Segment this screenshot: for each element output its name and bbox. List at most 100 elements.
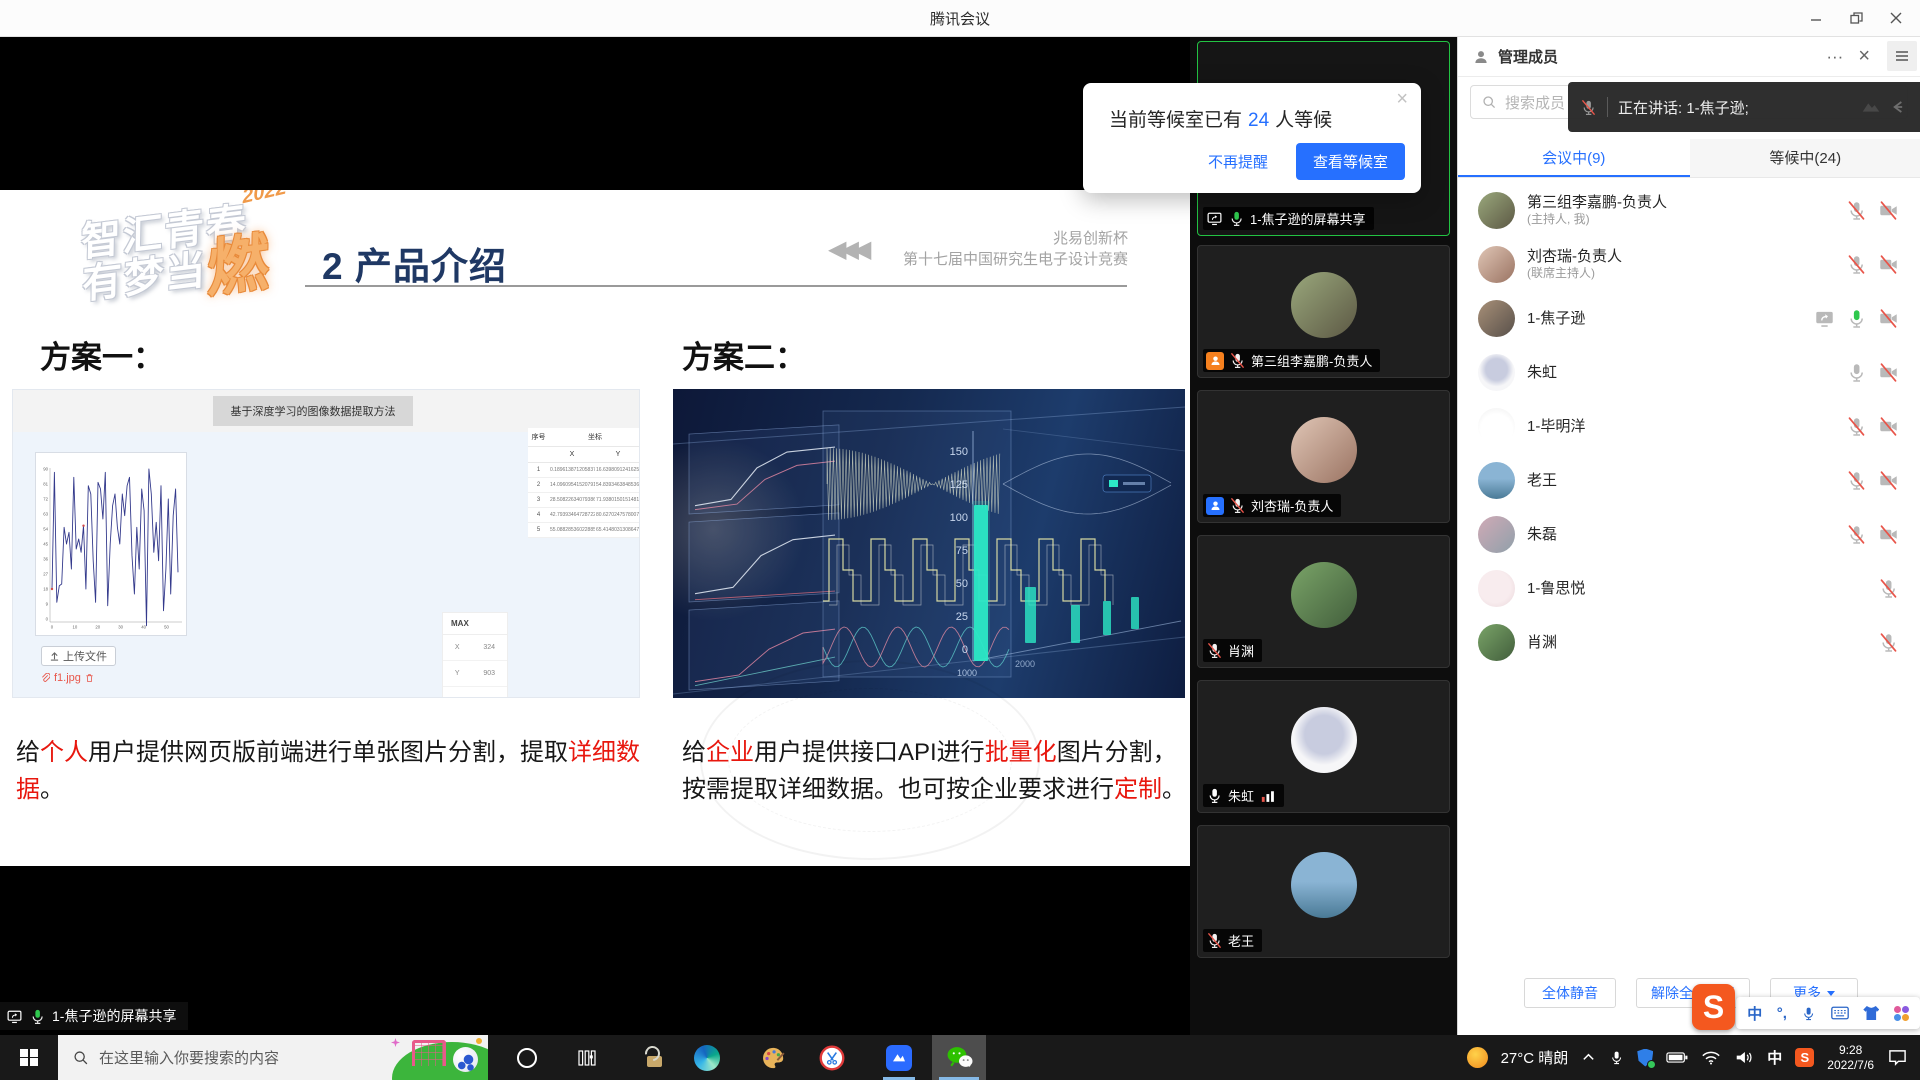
max-table-title: MAX	[443, 613, 507, 635]
member-row[interactable]: 老王	[1458, 453, 1920, 507]
skin-icon[interactable]	[1863, 1006, 1879, 1020]
wifi-icon[interactable]	[1701, 1050, 1721, 1065]
panel-close-icon[interactable]: ×	[1858, 45, 1870, 68]
upload-button[interactable]: 上传文件	[41, 646, 116, 666]
weather-text[interactable]: 27°C 晴朗	[1501, 1047, 1569, 1068]
popup-close-icon[interactable]: ×	[1396, 88, 1408, 111]
member-row[interactable]: 1-鲁思悦	[1458, 561, 1920, 615]
member-row[interactable]: 肖渊	[1458, 615, 1920, 669]
waiting-room-popup: × 当前等候室已有24人等候 不再提醒 查看等候室	[1083, 83, 1421, 193]
ime-toolbar: 中 °,	[1736, 997, 1920, 1029]
paint-app-icon[interactable]	[750, 1035, 796, 1080]
close-icon[interactable]	[1876, 0, 1916, 36]
battery-icon[interactable]	[1666, 1051, 1688, 1064]
mic-muted-icon[interactable]	[1846, 416, 1867, 437]
edge-browser-icon[interactable]	[684, 1035, 730, 1080]
video-thumbnail[interactable]: 刘杏瑞-负责人	[1197, 390, 1450, 523]
panel-more-icon[interactable]: ···	[1826, 47, 1843, 67]
mic-muted-icon[interactable]	[1878, 578, 1899, 599]
participant-label: 第三组李嘉鹏-负责人	[1203, 349, 1380, 372]
member-row[interactable]: 刘杏瑞-负责人(联席主持人)	[1458, 237, 1920, 291]
tray-mic-icon[interactable]	[1609, 1049, 1624, 1066]
member-row[interactable]: 1-毕明洋	[1458, 399, 1920, 453]
camera-off-icon[interactable]	[1878, 362, 1899, 383]
member-row[interactable]: 朱磊	[1458, 507, 1920, 561]
video-thumbnail[interactable]: 第三组李嘉鹏-负责人	[1197, 245, 1450, 378]
sogou-tray-icon[interactable]: S	[1795, 1048, 1814, 1067]
ime-mode-toggle[interactable]: 中	[1747, 1003, 1762, 1024]
plan1-heading: 方案一：	[40, 332, 164, 377]
svg-text:0: 0	[51, 625, 54, 630]
jump-to-speaker-icon[interactable]	[1888, 97, 1908, 117]
tab-waiting[interactable]: 等候中(24)	[1690, 139, 1920, 177]
video-thumbnail[interactable]: 肖渊	[1197, 535, 1450, 668]
table-cell: 14.096095415207914	[549, 478, 595, 493]
signal-icon	[1259, 787, 1276, 804]
wechat-app-icon[interactable]	[932, 1035, 986, 1080]
volume-icon[interactable]	[1734, 1049, 1754, 1066]
minimize-button[interactable]	[1796, 0, 1836, 36]
highlight-text: 定制	[1114, 776, 1162, 803]
member-row[interactable]: 1-焦子逊	[1458, 291, 1920, 345]
svg-text:81: 81	[43, 482, 48, 487]
mic-muted-icon[interactable]	[1878, 632, 1899, 653]
mic-muted-icon[interactable]	[1846, 524, 1867, 545]
svg-text:10: 10	[73, 625, 78, 630]
mic-muted-icon[interactable]	[1846, 254, 1867, 275]
member-row[interactable]: 第三组李嘉鹏-负责人(主持人, 我)	[1458, 183, 1920, 237]
punctuation-toggle[interactable]: °,	[1777, 1005, 1787, 1022]
uploaded-file[interactable]: f1.jpg	[41, 672, 94, 684]
member-role: (联席主持人)	[1527, 266, 1834, 281]
hidden-icons-chevron[interactable]	[1581, 1050, 1596, 1065]
lock-app-icon[interactable]	[631, 1035, 677, 1080]
start-button[interactable]	[0, 1035, 58, 1080]
toast-logo-icon[interactable]	[1860, 96, 1882, 118]
panel-tabs: 会议中(9)等候中(24)	[1458, 139, 1920, 178]
plan1-description: 给个人用户提供网页版前端进行单张图片分割，提取详细数据。	[16, 734, 652, 808]
cortana-icon[interactable]	[504, 1035, 550, 1080]
slide-title: 2 产品介绍	[322, 236, 507, 290]
soft-keyboard-icon[interactable]	[1831, 1006, 1849, 1020]
view-waiting-room-button[interactable]: 查看等候室	[1296, 143, 1405, 180]
screenshot-app-icon[interactable]	[809, 1035, 855, 1080]
mic-muted-icon[interactable]	[1846, 200, 1867, 221]
mic-active-icon[interactable]	[1846, 308, 1867, 329]
task-view-icon[interactable]	[564, 1035, 610, 1080]
weather-icon[interactable]	[1467, 1047, 1488, 1068]
mic-muted-icon[interactable]	[1846, 470, 1867, 491]
voice-input-icon[interactable]	[1801, 1005, 1816, 1022]
avatar	[1478, 246, 1515, 283]
tencent-meeting-app-icon[interactable]	[876, 1035, 922, 1080]
slide-header-right: ◀◀◀ 兆易创新杯 第十七届中国研究生电子设计竞赛	[828, 228, 1128, 270]
camera-off-icon[interactable]	[1878, 254, 1899, 275]
camera-off-icon[interactable]	[1878, 308, 1899, 329]
table-title: 坐标	[549, 428, 640, 447]
taskbar-search[interactable]: 在这里输入你要搜索的内容	[58, 1035, 488, 1080]
camera-off-icon[interactable]	[1878, 470, 1899, 491]
speaking-text: 正在讲话: 1-焦子逊;	[1618, 97, 1749, 118]
mute-all-button[interactable]: 全体静音	[1524, 978, 1616, 1008]
divider	[1607, 97, 1608, 117]
camera-off-icon[interactable]	[1878, 416, 1899, 437]
camera-off-icon[interactable]	[1878, 524, 1899, 545]
action-center-icon[interactable]	[1887, 1048, 1908, 1067]
restore-button[interactable]	[1836, 0, 1876, 36]
camera-off-icon[interactable]	[1878, 200, 1899, 221]
table-cell: 4	[528, 508, 549, 523]
sogou-logo[interactable]: S	[1692, 984, 1735, 1030]
mic-icon[interactable]	[1846, 362, 1867, 383]
tab-in-meeting[interactable]: 会议中(9)	[1458, 139, 1690, 177]
mic-muted-icon[interactable]	[1580, 99, 1597, 116]
video-thumbnail[interactable]: 老王	[1197, 825, 1450, 958]
table-cell: 0.18961387120583795	[549, 463, 595, 478]
ime-indicator[interactable]: 中	[1767, 1047, 1782, 1068]
security-shield-icon[interactable]	[1637, 1049, 1653, 1067]
dismiss-button[interactable]: 不再提醒	[1208, 151, 1268, 172]
screen-share-icon[interactable]	[1814, 308, 1835, 329]
hamburger-menu-icon[interactable]	[1887, 41, 1917, 71]
member-role: (主持人, 我)	[1527, 212, 1834, 227]
video-thumbnail[interactable]: 朱虹	[1197, 680, 1450, 813]
toolbox-icon[interactable]	[1894, 1006, 1909, 1021]
member-row[interactable]: 朱虹	[1458, 345, 1920, 399]
clock[interactable]: 9:28 2022/7/6	[1827, 1043, 1874, 1073]
